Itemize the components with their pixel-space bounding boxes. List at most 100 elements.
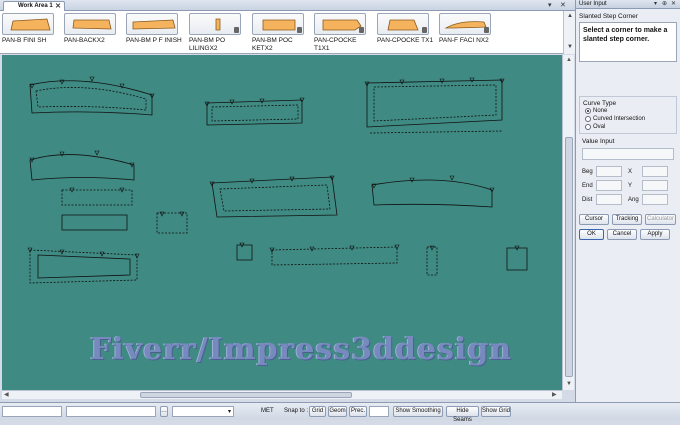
watermark-text: Fiverr/Impress3ddesign	[90, 332, 513, 367]
pattern-piece-outline[interactable]	[29, 154, 135, 181]
snap-geom-button[interactable]: Geom	[328, 406, 347, 417]
pattern-piece-outline[interactable]	[211, 104, 299, 122]
scroll-thumb[interactable]	[140, 392, 352, 398]
piece-strip-scrollbar[interactable]: ▲ ▼	[563, 11, 575, 54]
curve-type-group: Curve Type None Curved Intersection Oval	[579, 96, 677, 134]
lock-icon	[297, 27, 302, 33]
ang-field[interactable]	[642, 194, 668, 205]
notch-marker[interactable]	[59, 249, 65, 255]
piece-thumbnail[interactable]: PAN-BM PO LILINGX2	[187, 11, 247, 54]
cancel-button[interactable]: Cancel	[607, 229, 637, 240]
value-input-group: Value Input Beg X End Y Dist Ang	[579, 138, 677, 208]
radio-curved-intersection[interactable]: Curved Intersection	[583, 115, 673, 123]
ok-button[interactable]: OK	[579, 229, 604, 240]
pattern-piece-outline[interactable]	[61, 189, 133, 206]
piece-thumbnail[interactable]: PAN-BM P F INISH	[124, 11, 184, 54]
curve-type-label: Curve Type	[583, 100, 617, 107]
tab-work-area-1[interactable]: Work Area 1 ✕	[3, 1, 65, 11]
notch-marker[interactable]	[134, 253, 140, 259]
piece-preview[interactable]	[64, 13, 116, 35]
pattern-piece-outline[interactable]	[236, 244, 253, 261]
close-icon[interactable]: ✕	[671, 0, 676, 8]
layer-select[interactable]	[172, 406, 234, 417]
pattern-piece-outline[interactable]	[373, 84, 497, 122]
pattern-piece-outline[interactable]	[426, 246, 438, 276]
pattern-piece-outline[interactable]	[29, 80, 153, 116]
chevron-up-icon[interactable]: ▲	[567, 13, 573, 19]
piece-preview[interactable]	[252, 13, 304, 35]
value-input-field[interactable]	[582, 148, 674, 160]
apply-button[interactable]: Apply	[640, 229, 670, 240]
dist-label: Dist	[582, 196, 593, 203]
chevron-up-icon[interactable]: ▲	[566, 57, 572, 63]
work-area-canvas[interactable]: Fiverr/Impress3ddesign	[2, 55, 562, 390]
cursor-button[interactable]: Cursor	[579, 214, 609, 225]
notch-marker[interactable]	[469, 77, 475, 83]
pattern-piece-outline[interactable]	[506, 247, 528, 271]
piece-preview[interactable]	[126, 13, 178, 35]
piece-preview[interactable]	[377, 13, 429, 35]
tracking-button[interactable]: Tracking	[612, 214, 642, 225]
notch-marker[interactable]	[59, 151, 65, 157]
close-icon[interactable]: ✕	[560, 1, 566, 9]
chevron-down-icon[interactable]: ▾	[548, 1, 552, 9]
piece-thumbnail[interactable]: PAN-BACKX2	[62, 11, 122, 54]
pattern-piece-outline[interactable]	[206, 99, 303, 126]
piece-preview[interactable]	[2, 13, 54, 35]
piece-thumbnail[interactable]: PAN-BM POC KETX2	[250, 11, 310, 54]
chevron-down-icon[interactable]: ▾	[654, 0, 657, 8]
pattern-piece-outline[interactable]	[211, 176, 338, 218]
end-field[interactable]	[596, 180, 622, 191]
notch-marker[interactable]	[99, 251, 105, 257]
pattern-piece-outline[interactable]	[219, 184, 331, 212]
notch-marker[interactable]	[94, 150, 100, 156]
piece-thumbnail[interactable]: PAN-CPOCKE TX1	[375, 11, 435, 54]
pattern-piece-outline[interactable]	[156, 212, 188, 234]
piece-preview[interactable]	[439, 13, 491, 35]
chevron-down-icon[interactable]: ▼	[567, 44, 573, 50]
close-icon[interactable]: ✕	[55, 2, 61, 11]
canvas-vertical-scrollbar[interactable]: ▲ ▼	[562, 55, 574, 390]
panel-title-bar: User Input ▾ ⊕ ✕	[576, 0, 680, 9]
piece-thumbnail[interactable]: PAN-CPOCKE T1X1	[312, 11, 372, 54]
notch-marker[interactable]	[449, 175, 455, 181]
radio-icon[interactable]	[585, 116, 591, 122]
lock-icon	[484, 27, 489, 33]
pattern-piece-outline[interactable]	[271, 246, 398, 266]
beg-field[interactable]	[596, 166, 622, 177]
chevron-down-icon[interactable]: ▼	[566, 381, 572, 387]
canvas-horizontal-scrollbar[interactable]: ◀ ▶	[2, 390, 562, 399]
piece-thumbnail[interactable]: PAN-B FINI SH	[0, 11, 60, 54]
chevron-right-icon[interactable]: ▶	[552, 391, 557, 398]
snap-grid-button[interactable]: Grid	[309, 406, 326, 417]
ellipsis-button[interactable]: …	[160, 406, 168, 417]
x-field[interactable]	[642, 166, 668, 177]
show-smoothing-button[interactable]: Show Smoothing	[393, 406, 443, 417]
calculator-button[interactable]: Calculator	[645, 214, 676, 225]
pattern-piece-outline[interactable]	[37, 254, 131, 279]
chevron-left-icon[interactable]: ◀	[4, 391, 9, 398]
notch-marker[interactable]	[89, 76, 95, 82]
y-field[interactable]	[642, 180, 668, 191]
piece-label: PAN-CPOCKE TX1	[377, 37, 434, 44]
piece-label: PAN-BACKX2	[64, 37, 105, 44]
radio-oval[interactable]: Oval	[583, 123, 673, 131]
radio-selected-icon[interactable]	[585, 108, 591, 114]
pattern-piece-outline[interactable]	[61, 214, 128, 231]
radio-none[interactable]: None	[583, 107, 673, 115]
snap-prec-button[interactable]: Prec.	[349, 406, 367, 417]
dist-field[interactable]	[596, 194, 622, 205]
pattern-piece-outline[interactable]	[35, 87, 147, 111]
piece-preview[interactable]	[189, 13, 241, 35]
piece-preview[interactable]	[314, 13, 366, 35]
pin-icon[interactable]: ⊕	[662, 0, 667, 8]
pattern-piece-outline[interactable]	[369, 130, 503, 134]
show-grid-button[interactable]: Show Grid	[481, 406, 511, 417]
pattern-piece-outline[interactable]	[371, 179, 493, 208]
radio-icon[interactable]	[585, 124, 591, 130]
scroll-thumb[interactable]	[565, 137, 573, 377]
piece-thumbnail[interactable]: PAN-F FACI NX2	[437, 11, 497, 54]
chevron-down-icon[interactable]: ▾	[228, 408, 231, 415]
hide-seams-button[interactable]: Hide Seams	[446, 406, 479, 423]
piece-label: PAN-BM PO LILINGX2	[189, 37, 225, 52]
